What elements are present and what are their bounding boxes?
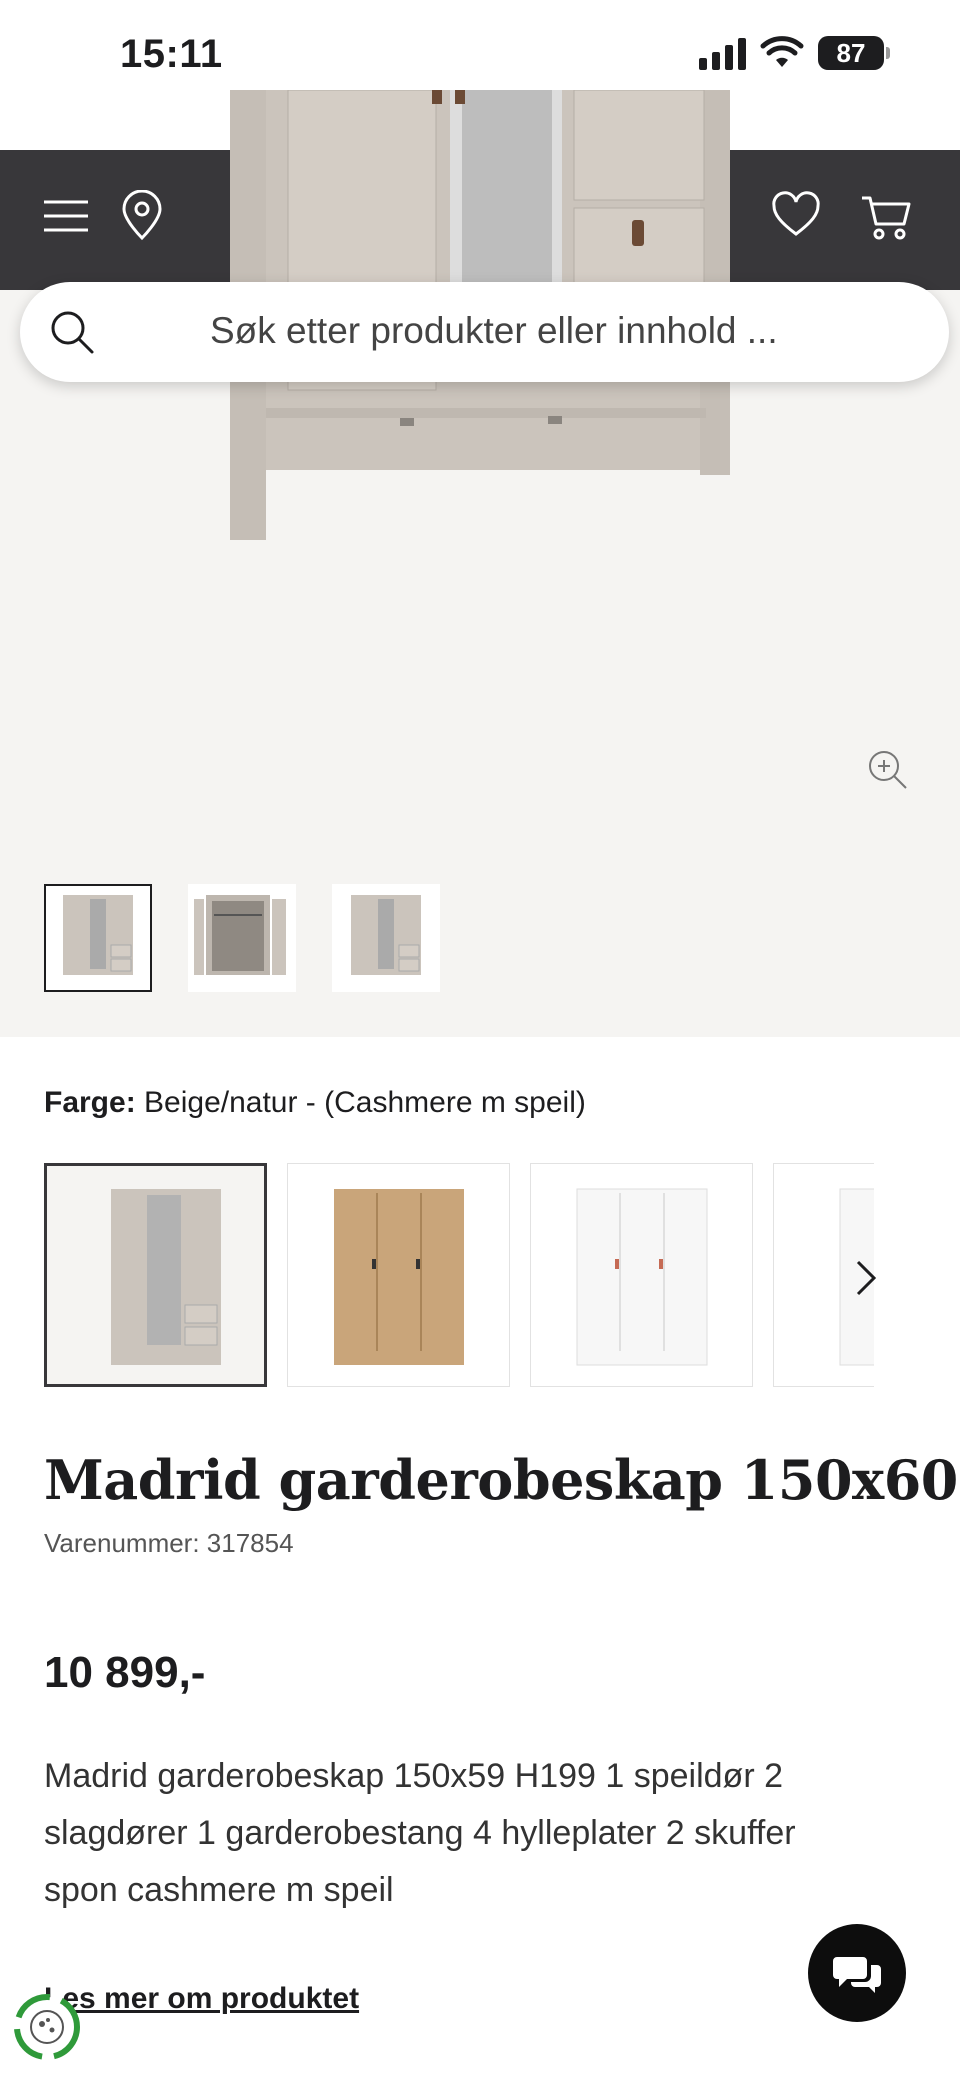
- battery-icon: 87: [818, 36, 890, 70]
- page: 15:11 87 bohus.no Bohus: [0, 0, 960, 2077]
- read-more-link[interactable]: Les mer om produktet: [44, 1982, 359, 2016]
- product-price: 10 899,-: [44, 1648, 206, 1697]
- search-input[interactable]: Søk etter produkter eller innhold ...: [210, 310, 778, 352]
- color-value: Beige/natur - (Cashmere m speil): [144, 1086, 586, 1119]
- chevron-right-icon[interactable]: [852, 1258, 880, 1298]
- search-bar[interactable]: Søk etter produkter eller innhold ...: [20, 282, 949, 382]
- swatch-oak[interactable]: [287, 1163, 510, 1387]
- status-time: 15:11: [120, 32, 223, 76]
- wardrobe-oak-image: [333, 1189, 464, 1365]
- wardrobe-thumbnail-image: [63, 895, 133, 975]
- cart-icon[interactable]: [860, 190, 912, 242]
- chat-button[interactable]: [808, 1924, 906, 2022]
- thumbnail-3[interactable]: [332, 884, 440, 992]
- product-description: Madrid garderobeskap 150x59 H199 1 speil…: [44, 1757, 796, 1909]
- wardrobe-cashmere-image: [110, 1189, 221, 1365]
- wifi-icon: [760, 36, 804, 67]
- swatch-cashmere[interactable]: [44, 1163, 267, 1387]
- color-swatches: [44, 1163, 874, 1387]
- thumbnail-1[interactable]: [44, 884, 152, 992]
- product-title: Madrid garderobeskap 150x60: [44, 1448, 958, 1512]
- heart-icon[interactable]: [770, 190, 822, 242]
- wardrobe-thumbnail-image-alt: [351, 895, 421, 975]
- chat-icon: [833, 1957, 881, 1993]
- zoom-in-icon[interactable]: [866, 748, 910, 792]
- signal-icon: [699, 36, 746, 70]
- product-sku: Varenummer: 317854: [44, 1528, 294, 1558]
- color-label-title: Farge:: [44, 1086, 136, 1119]
- status-icons: 87: [699, 36, 890, 70]
- gallery-thumbnails: [44, 884, 440, 992]
- wardrobe-open-thumbnail-image: [194, 895, 286, 975]
- search-icon: [51, 311, 94, 354]
- wardrobe-white-image: [576, 1188, 707, 1366]
- battery-level: 87: [818, 36, 884, 70]
- color-label: Farge: Beige/natur - (Cashmere m speil): [44, 1086, 586, 1120]
- thumbnail-2[interactable]: [188, 884, 296, 992]
- swatch-white[interactable]: [530, 1163, 753, 1387]
- cookie-consent-icon[interactable]: [14, 1994, 80, 2060]
